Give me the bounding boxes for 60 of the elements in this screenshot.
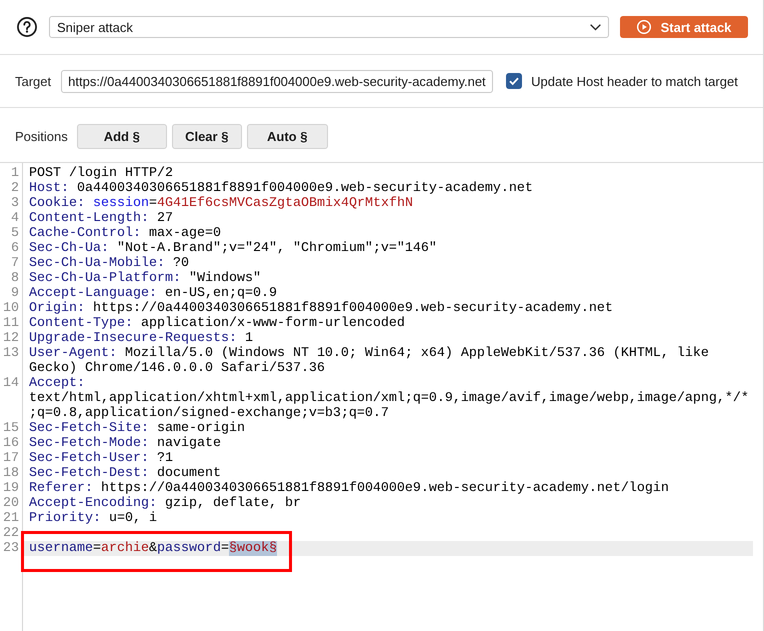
chevron-down-icon — [590, 24, 601, 30]
code-line: Sec-Fetch-User: ?1 — [28, 451, 173, 466]
code-line: Gecko) Chrome/146.0.0.0 Safari/537.36 — [28, 361, 325, 376]
add-position-button[interactable]: Add § — [76, 124, 167, 149]
target-label: Target — [15, 74, 52, 88]
line-number: 19 — [3, 481, 20, 496]
line-number: 5 — [11, 226, 20, 241]
code-line: Priority: u=0, i — [28, 511, 157, 526]
line-number: 23 — [3, 541, 20, 556]
code-line: ;q=0.8,application/signed-exchange;v=b3;q=0.7 — [28, 406, 389, 421]
code-line: Content-Type: application/x-www-form-urlencoded — [28, 316, 405, 331]
code-line: Accept: — [28, 376, 85, 391]
clear-positions-button[interactable]: Clear § — [172, 124, 242, 149]
update-host-label: Update Host header to match target — [531, 74, 738, 88]
line-number: 11 — [3, 316, 20, 331]
code-line: User-Agent: Mozilla/5.0 (Windows NT 10.0; Win64; x64) AppleWebKit/537.36 (KHTML, like — [28, 346, 709, 361]
code-line: POST /login HTTP/2 — [28, 166, 173, 181]
code-line: Sec-Ch-Ua: "Not-A.Brand";v="24", "Chromium";v="146" — [28, 241, 437, 256]
line-number: 7 — [11, 256, 20, 271]
code-line: Sec-Ch-Ua-Platform: "Windows" — [28, 271, 261, 286]
code-line: Sec-Fetch-Site: same-origin — [28, 421, 245, 436]
line-number: 6 — [11, 241, 20, 256]
attack-type-dropdown[interactable]: Sniper attack — [49, 16, 609, 38]
line-number: 14 — [3, 376, 20, 391]
line-number: 8 — [11, 271, 20, 286]
line-number: 13 — [3, 346, 20, 361]
target-url-field[interactable]: https://0a4400340306651881f8891f004000e9.web-security-academy.net — [61, 70, 494, 92]
code-line: Upgrade-Insecure-Requests: 1 — [28, 331, 253, 346]
line-number: 9 — [11, 286, 20, 301]
code-line: Sec-Fetch-Dest: document — [28, 466, 221, 481]
line-number: 21 — [3, 511, 20, 526]
code-line: Content-Length: 27 — [28, 211, 173, 226]
positions-label: Positions — [15, 129, 68, 144]
start-attack-button[interactable]: Start attack — [620, 16, 748, 38]
code-line: Host: 0a4400340306651881f8891f004000e9.web-security-academy.net — [28, 181, 533, 196]
line-number: 17 — [3, 451, 20, 466]
auto-positions-button[interactable]: Auto § — [246, 124, 328, 149]
line-number: 1 — [11, 166, 20, 181]
code-line: Referer: https://0a4400340306651881f8891f004000e9.web-security-academy.net/login — [28, 481, 669, 496]
line-number: 22 — [3, 526, 20, 541]
line-number: 20 — [3, 496, 20, 511]
line-number: 12 — [3, 331, 20, 346]
help-icon[interactable] — [17, 17, 37, 37]
code-line: Accept-Encoding: gzip, deflate, br — [28, 496, 301, 511]
line-number: 16 — [3, 436, 20, 451]
code-line: Origin: https://0a4400340306651881f8891f004000e9.web-security-academy.net — [28, 301, 613, 316]
code-line: text/html,application/xhtml+xml,application/xml;q=0.9,image/avif,image/webp,image/apng,*/* — [28, 391, 749, 406]
code-line: Cookie: session=4G41Ef6csMVCasZgtaOBmix4QrMtxfhN — [28, 196, 413, 211]
play-icon — [636, 20, 651, 34]
code-line: Cache-Control: max-age=0 — [28, 226, 221, 241]
line-number: 10 — [3, 301, 20, 316]
line-number: 15 — [3, 421, 20, 436]
code-line: Sec-Fetch-Mode: navigate — [28, 436, 221, 451]
line-number: 18 — [3, 466, 20, 481]
line-number: 3 — [11, 196, 20, 211]
code-line: Sec-Ch-Ua-Mobile: ?0 — [28, 256, 189, 271]
code-line: Accept-Language: en-US,en;q=0.9 — [28, 286, 277, 301]
line-number: 2 — [11, 181, 20, 196]
update-host-checkbox[interactable] — [506, 73, 522, 89]
line-number: 4 — [11, 211, 20, 226]
